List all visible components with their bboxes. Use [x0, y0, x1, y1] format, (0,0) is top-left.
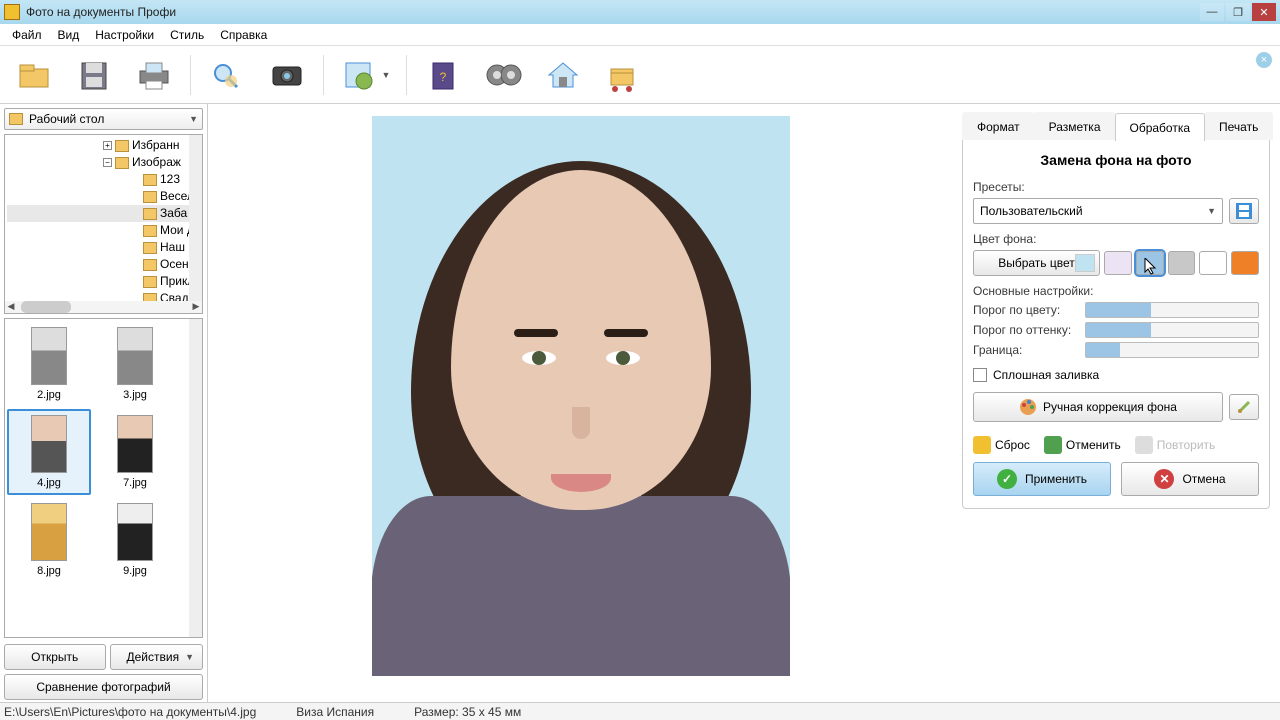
open-button[interactable]: Открыть [4, 644, 106, 670]
slider-border[interactable] [1085, 342, 1259, 358]
thumbnail[interactable]: 2.jpg [7, 321, 91, 407]
photo-preview[interactable] [372, 116, 790, 676]
tool-photo-settings[interactable]: ▼ [332, 51, 398, 99]
choose-color-button[interactable]: Выбрать цвет [973, 250, 1100, 276]
tool-help[interactable]: ? [415, 51, 471, 99]
tool-save[interactable] [66, 51, 122, 99]
palette-icon [1019, 398, 1037, 416]
tabs: Формат Разметка Обработка Печать [962, 112, 1270, 140]
thumbnail[interactable]: 3.jpg [93, 321, 177, 407]
tool-video[interactable] [475, 51, 531, 99]
eyedropper-button[interactable] [1229, 394, 1259, 420]
tab-processing[interactable]: Обработка [1115, 113, 1206, 141]
app-icon [4, 4, 20, 20]
menu-file[interactable]: Файл [4, 26, 50, 44]
solid-fill-label: Сплошная заливка [993, 368, 1099, 382]
actions-button[interactable]: Действия▼ [110, 644, 204, 670]
save-icon [1236, 203, 1252, 219]
swatch[interactable] [1104, 251, 1132, 275]
window-title: Фото на документы Профи [26, 5, 1198, 19]
cancel-button[interactable]: ✕ Отмена [1121, 462, 1259, 496]
minimize-button[interactable]: — [1200, 3, 1224, 21]
right-panel: Формат Разметка Обработка Печать Замена … [954, 104, 1280, 704]
tab-format[interactable]: Формат [962, 112, 1035, 140]
thumbnail[interactable]: 8.jpg [7, 497, 91, 583]
redo-button[interactable]: Повторить [1135, 436, 1216, 454]
thumbnail-grid: 2.jpg 3.jpg 4.jpg 7.jpg 8.jpg 9.jpg [4, 318, 203, 638]
tree-vscrollbar[interactable] [189, 135, 202, 301]
menu-style[interactable]: Стиль [162, 26, 212, 44]
tab-print[interactable]: Печать [1204, 112, 1273, 140]
slider-color-threshold[interactable] [1085, 302, 1259, 318]
toolbar-separator [323, 55, 324, 95]
chevron-down-icon: ▼ [189, 114, 198, 124]
swatch[interactable] [1168, 251, 1196, 275]
status-path: E:\Users\En\Pictures\фото на документы\4… [4, 705, 256, 719]
brush-icon [1237, 400, 1251, 414]
status-format: Виза Испания [296, 705, 374, 719]
thumbs-vscrollbar[interactable] [189, 319, 202, 637]
save-preset-button[interactable] [1229, 198, 1259, 224]
tool-home[interactable] [535, 51, 591, 99]
preset-select[interactable]: Пользовательский▼ [973, 198, 1223, 224]
maximize-button[interactable]: ❐ [1226, 3, 1250, 21]
toolbar-separator [406, 55, 407, 95]
menubar: Файл Вид Настройки Стиль Справка [0, 24, 1280, 46]
cursor-icon [1143, 258, 1159, 278]
status-bar: E:\Users\En\Pictures\фото на документы\4… [0, 702, 1280, 720]
menu-view[interactable]: Вид [50, 26, 88, 44]
thumbnail[interactable]: 9.jpg [93, 497, 177, 583]
thumbnail[interactable]: 4.jpg [7, 409, 91, 495]
titlebar: Фото на документы Профи — ❐ ✕ [0, 0, 1280, 24]
tool-camera[interactable] [259, 51, 315, 99]
close-icon: ✕ [1154, 469, 1174, 489]
folder-combo-label: Рабочий стол [29, 112, 104, 126]
toolbar: ▼ ? × [0, 46, 1280, 104]
swatch[interactable] [1136, 251, 1164, 275]
color-sample [1075, 254, 1095, 272]
main-settings-label: Основные настройки: [973, 284, 1259, 298]
check-icon: ✓ [997, 469, 1017, 489]
apply-button[interactable]: ✓ Применить [973, 462, 1111, 496]
bgcolor-label: Цвет фона: [973, 232, 1259, 246]
compare-button[interactable]: Сравнение фотографий [4, 674, 203, 700]
undo-icon [1044, 436, 1062, 454]
status-size: Размер: 35 x 45 мм [414, 705, 521, 719]
presets-label: Пресеты: [973, 180, 1259, 194]
close-button[interactable]: ✕ [1252, 3, 1276, 21]
menu-settings[interactable]: Настройки [87, 26, 162, 44]
manual-correction-button[interactable]: Ручная коррекция фона [973, 392, 1223, 422]
toolbar-separator [190, 55, 191, 95]
tool-print[interactable] [126, 51, 182, 99]
redo-icon [1135, 436, 1153, 454]
canvas-area [208, 104, 954, 704]
menu-help[interactable]: Справка [212, 26, 275, 44]
tool-open[interactable] [6, 51, 62, 99]
thumbnail[interactable]: 7.jpg [93, 409, 177, 495]
reset-icon [973, 436, 991, 454]
swatch[interactable] [1199, 251, 1227, 275]
chevron-down-icon: ▼ [1207, 206, 1216, 216]
undo-button[interactable]: Отменить [1044, 436, 1121, 454]
folder-tree[interactable]: +Избранн −Изображ 123 Весел Заба Мои д Н… [4, 134, 203, 314]
swatch[interactable] [1231, 251, 1259, 275]
slider-hue-threshold[interactable] [1085, 322, 1259, 338]
tree-hscrollbar[interactable]: ◀▶ [5, 301, 202, 313]
solid-fill-checkbox[interactable] [973, 368, 987, 382]
tab-layout[interactable]: Разметка [1034, 112, 1116, 140]
folder-combo[interactable]: Рабочий стол ▼ [4, 108, 203, 130]
tool-zoom[interactable] [199, 51, 255, 99]
folder-icon [9, 113, 23, 125]
svg-text:?: ? [440, 70, 447, 84]
left-panel: Рабочий стол ▼ +Избранн −Изображ 123 Вес… [0, 104, 208, 704]
reset-button[interactable]: Сброс [973, 436, 1030, 454]
toolbar-hint-close-icon[interactable]: × [1256, 52, 1272, 68]
tool-shop[interactable] [595, 51, 651, 99]
panel-title: Замена фона на фото [973, 152, 1259, 168]
